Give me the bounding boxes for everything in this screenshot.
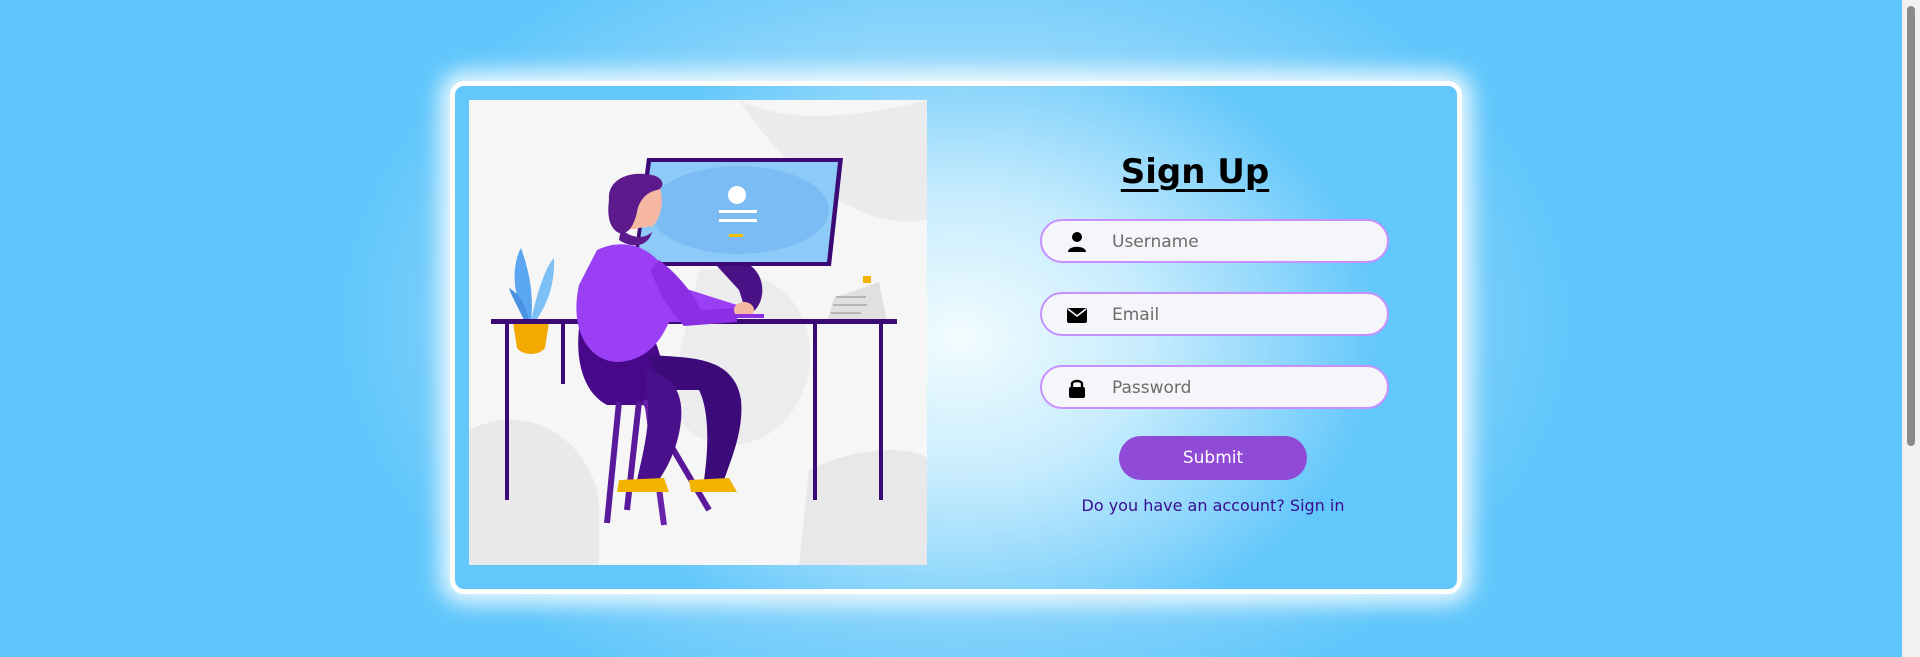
signup-form: Sign Up Username Email Submit Do you hav… bbox=[975, 86, 1415, 589]
account-prompt-text: Do you have an account? bbox=[1081, 496, 1285, 515]
signup-card: Sign Up Username Email Submit Do you hav… bbox=[450, 81, 1462, 594]
signin-prompt: Do you have an account? Sign in bbox=[975, 496, 1451, 515]
signin-link[interactable]: Sign in bbox=[1290, 496, 1345, 515]
password-field[interactable] bbox=[1040, 365, 1389, 409]
workspace-illustration bbox=[469, 100, 927, 565]
username-field[interactable] bbox=[1040, 219, 1389, 263]
envelope-icon bbox=[1067, 308, 1087, 323]
page-title: Sign Up bbox=[1120, 152, 1270, 192]
username-input[interactable] bbox=[1110, 227, 1374, 257]
email-input[interactable] bbox=[1110, 300, 1374, 330]
page: Sign Up Username Email Submit Do you hav… bbox=[0, 0, 1902, 657]
vertical-scrollbar[interactable] bbox=[1902, 0, 1920, 657]
scrollbar-thumb[interactable] bbox=[1907, 6, 1915, 446]
email-field[interactable] bbox=[1040, 292, 1389, 336]
lock-icon bbox=[1069, 379, 1085, 398]
submit-button[interactable]: Submit bbox=[1119, 436, 1307, 480]
password-input[interactable] bbox=[1110, 373, 1374, 403]
user-icon bbox=[1068, 232, 1086, 252]
